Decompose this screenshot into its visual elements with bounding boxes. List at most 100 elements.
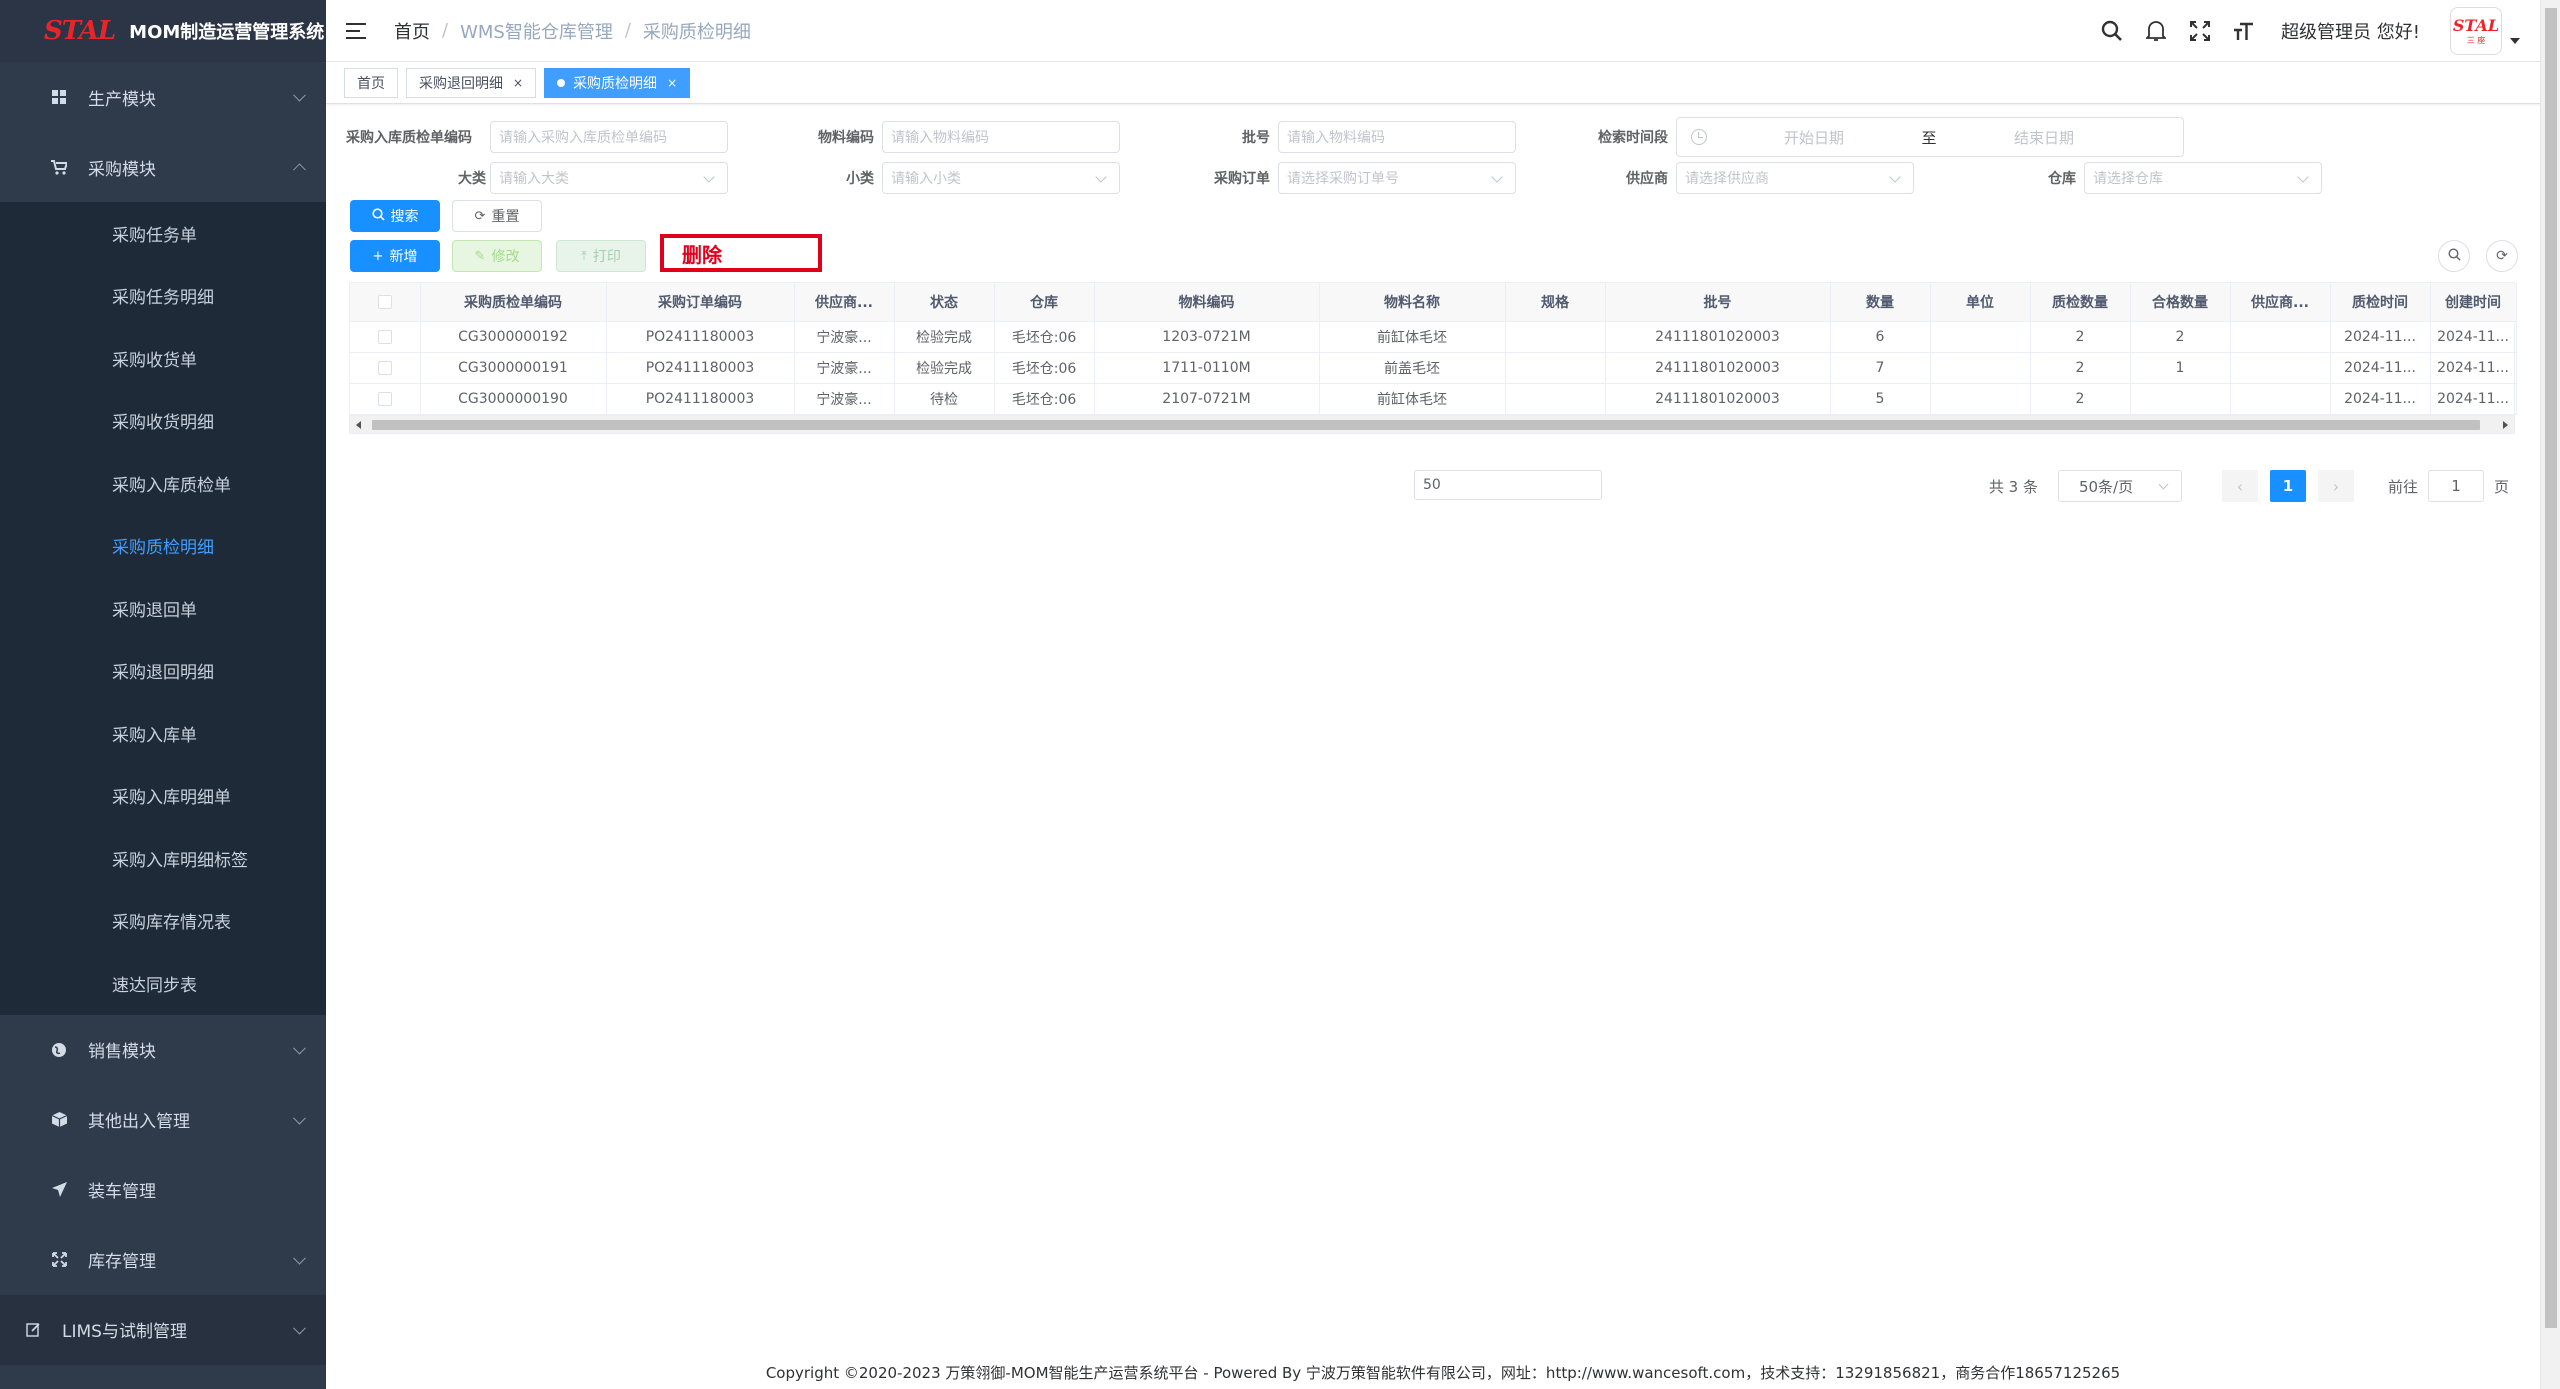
toggle-search-button[interactable] (2438, 240, 2470, 272)
next-page-button[interactable]: › (2317, 470, 2354, 502)
tag-purchase-return-detail[interactable]: 采购退回明细 × (406, 67, 537, 98)
sidebar-item-label: 生产模块 (88, 89, 156, 110)
header-actions: 超级管理员 您好! STAL 三 座 (2081, 0, 2520, 62)
supplier-select[interactable]: 请选择供应商 (1676, 162, 1914, 194)
submenu-item[interactable]: 采购收货单 (0, 327, 326, 390)
submenu-item[interactable]: 速达同步表 (0, 952, 326, 1015)
warehouse-select[interactable]: 请选择仓库 (2084, 162, 2322, 194)
start-date-input[interactable]: 开始日期 (1719, 127, 1909, 148)
avatar[interactable]: STAL 三 座 (2450, 7, 2502, 55)
row-checkbox[interactable] (377, 360, 392, 375)
scroll-left-icon[interactable] (356, 420, 361, 429)
print-button[interactable]: ⤒ 打印 (556, 240, 646, 272)
table-row[interactable]: CG3000000190 PO2411180003 宁波豪... 待检 毛坯仓:06 21… (350, 383, 2517, 415)
sidebar-item-other-io[interactable]: 其他出入管理 (0, 1085, 326, 1155)
sidebar-item-production[interactable]: 生产模块 (0, 62, 326, 132)
submenu-item[interactable]: 采购退回单 (0, 577, 326, 640)
table-cell: 2 (2030, 352, 2131, 384)
page-number-active[interactable]: 1 (2269, 470, 2306, 502)
chevron-down-icon (293, 1251, 306, 1265)
sidebar-item-lims[interactable]: LIMS与试制管理 (0, 1294, 326, 1365)
edit-icon: ✎ (474, 248, 486, 264)
close-icon[interactable]: × (513, 76, 523, 90)
end-date-input[interactable]: 结束日期 (1949, 127, 2139, 148)
date-range-picker[interactable]: 开始日期 至 结束日期 (1676, 117, 2184, 157)
plus-icon: + (372, 248, 384, 264)
fullscreen-icon[interactable] (2187, 18, 2213, 44)
font-size-icon[interactable] (2231, 18, 2257, 44)
column-header: 采购质检单编码 (420, 283, 607, 322)
submenu-item[interactable]: 采购入库明细单 (0, 765, 326, 828)
subcategory-select[interactable]: 请输入小类 (882, 162, 1120, 194)
sidebar-item-purchase[interactable]: 采购模块 (0, 132, 326, 202)
hamburger-icon[interactable] (346, 22, 366, 39)
sidebar-item-label: 销售模块 (88, 1042, 156, 1062)
table-cell: 5 (1830, 383, 1931, 415)
sidebar-item-sales[interactable]: 销售模块 (0, 1015, 326, 1085)
scroll-thumb[interactable] (372, 419, 2480, 430)
scroll-right-icon[interactable] (2503, 420, 2508, 429)
goto-page-input[interactable]: 1 (2427, 470, 2484, 502)
table-cell: 6 (1830, 321, 1931, 353)
close-icon[interactable]: × (667, 76, 677, 90)
row-checkbox[interactable] (377, 391, 392, 406)
horizontal-scrollbar[interactable] (350, 414, 2514, 433)
submenu-item[interactable]: 采购退回明细 (0, 640, 326, 703)
search-button[interactable]: 搜索 (350, 200, 440, 232)
table-cell (2230, 352, 2331, 384)
submenu-item[interactable]: 采购任务明细 (0, 265, 326, 328)
tag-purchase-qc-detail[interactable]: 采购质检明细 × (544, 67, 691, 98)
sidebar-item-inventory[interactable]: 库存管理 (0, 1225, 326, 1295)
range-separator: 至 (1921, 128, 1937, 147)
select-all-checkbox-cell (350, 283, 421, 322)
category-select[interactable]: 请输入大类 (490, 162, 728, 194)
po-select[interactable]: 请选择采购订单号 (1278, 162, 1516, 194)
top-header: 首页 / WMS智能仓库管理 / 采购质检明细 超级管理员 您好! STAL 三… (326, 0, 2560, 62)
table-cell: 2024-11... (2330, 352, 2431, 384)
cart-icon (50, 158, 68, 176)
add-button[interactable]: + 新增 (350, 240, 440, 272)
table-cell: 前缸体毛坯 (1319, 321, 1506, 353)
page-size-input[interactable]: 50 (1414, 470, 1602, 500)
edit-icon (24, 1321, 42, 1339)
table-cell: 待检 (894, 383, 995, 415)
submenu-item-active[interactable]: 采购质检明细 (0, 515, 326, 578)
column-header: 批号 (1605, 283, 1831, 322)
breadcrumb-item[interactable]: 首页 (394, 18, 430, 44)
table-row[interactable]: CG3000000192 PO2411180003 宁波豪... 检验完成 毛坯仓:06… (350, 321, 2517, 353)
select-all-checkbox[interactable] (377, 294, 392, 309)
submenu-item[interactable]: 采购库存情况表 (0, 890, 326, 953)
tag-home[interactable]: 首页 (344, 67, 398, 98)
search-icon (2447, 247, 2461, 265)
submenu-item[interactable]: 采购入库质检单 (0, 452, 326, 515)
row-checkbox[interactable] (377, 329, 392, 344)
caret-down-icon[interactable] (2510, 38, 2520, 44)
submenu-item[interactable]: 采购收货明细 (0, 390, 326, 453)
scroll-thumb[interactable] (2545, 8, 2557, 1328)
page-size-value: 50条/页 (2078, 477, 2134, 496)
vertical-scrollbar[interactable] (2540, 0, 2560, 1389)
material-code-input[interactable]: 请输入物料编码 (882, 121, 1120, 153)
table-cell (1930, 352, 2031, 384)
sidebar-item-loading[interactable]: 装车管理 (0, 1155, 326, 1225)
table-cell: 毛坯仓:06 (994, 352, 1095, 384)
table-row[interactable]: CG3000000191 PO2411180003 宁波豪... 检验完成 毛坯仓:06… (350, 352, 2517, 384)
submenu-item[interactable]: 采购入库明细标签 (0, 827, 326, 890)
supplier-label: 供应商 (1626, 171, 1668, 187)
reset-button[interactable]: ⟳ 重置 (452, 200, 542, 232)
breadcrumb-separator: / (442, 20, 449, 41)
submenu-item[interactable]: 采购入库单 (0, 702, 326, 765)
qc-code-input[interactable]: 请输入采购入库质检单编码 (490, 121, 728, 153)
search-icon[interactable] (2099, 18, 2125, 44)
column-header: 合格数量 (2130, 283, 2231, 322)
prev-page-button[interactable]: ‹ (2221, 470, 2258, 502)
edit-button[interactable]: ✎ 修改 (452, 240, 542, 272)
bell-icon[interactable] (2143, 18, 2169, 44)
breadcrumb-separator: / (624, 20, 631, 41)
delete-button[interactable]: 删除 (660, 234, 822, 272)
batch-input[interactable]: 请输入物料编码 (1278, 121, 1516, 153)
page-size-select[interactable]: 50条/页 (2057, 470, 2182, 502)
refresh-button[interactable]: ⟳ (2486, 240, 2518, 272)
submenu-item[interactable]: 采购任务单 (0, 202, 326, 265)
table-cell: 2 (2130, 321, 2231, 353)
